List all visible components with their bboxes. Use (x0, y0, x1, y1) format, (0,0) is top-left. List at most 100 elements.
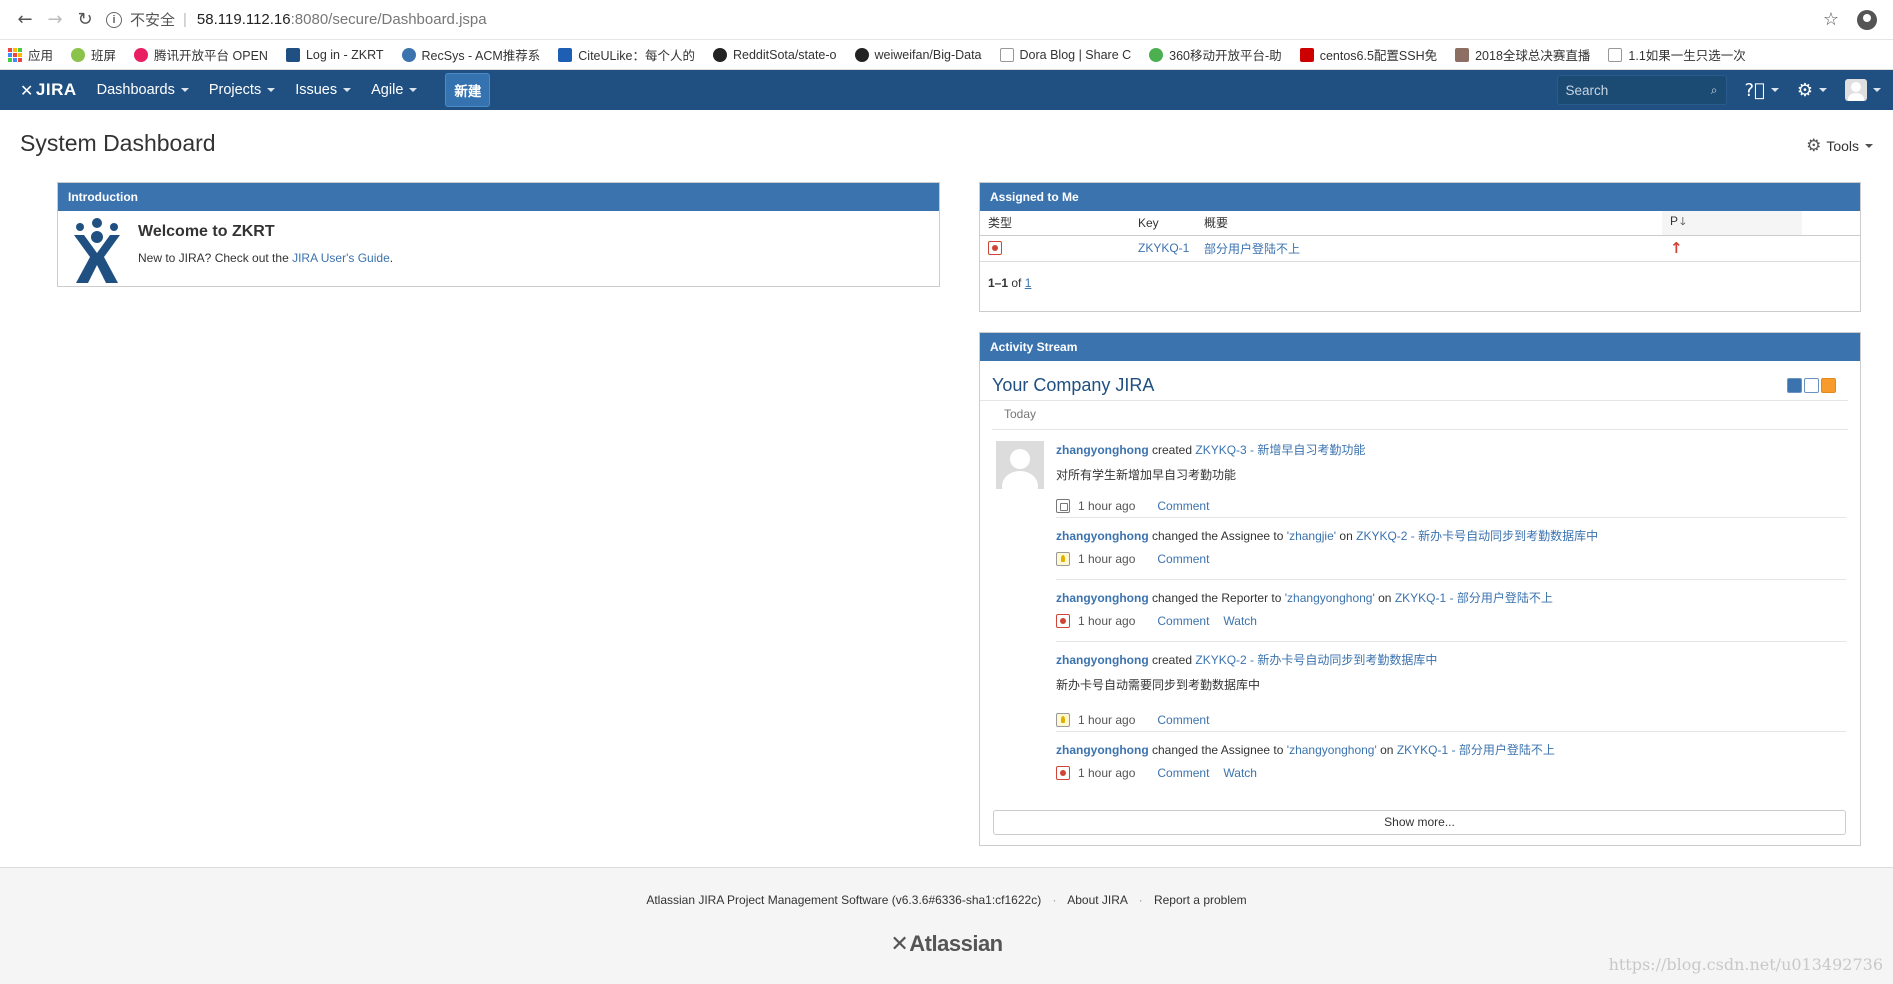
bookmark-label: CiteULike：每个人的 (578, 49, 695, 63)
user-link[interactable]: zhangyonghong (1056, 653, 1149, 667)
info-icon[interactable]: i (106, 11, 122, 28)
avatar[interactable] (996, 441, 1044, 489)
bookmark-item[interactable]: CiteULike：每个人的 (558, 45, 695, 64)
software-version-link[interactable]: Atlassian JIRA Project Management Softwa… (646, 893, 1041, 907)
apps-grid-icon (8, 47, 22, 62)
bookmark-item[interactable]: RecSys - ACM推荐系 (401, 45, 540, 64)
user-link[interactable]: zhangyonghong (1056, 743, 1149, 757)
forward-arrow-icon[interactable]: → (40, 5, 70, 35)
bookmark-label: 2018全球总决赛直播 (1475, 49, 1591, 63)
issue-summary-link[interactable]: 部分用户登陆不上 (1204, 242, 1300, 256)
issue-link[interactable]: ZKYKQ-3 - 新增早自习考勤功能 (1195, 443, 1365, 457)
list-view-icon[interactable] (1804, 378, 1819, 393)
entry-action: created (1152, 443, 1193, 457)
bookmark-item[interactable]: 360移动开放平台-助 (1149, 45, 1282, 64)
admin-menu[interactable]: ⚙ (1797, 80, 1827, 101)
bookmark-item[interactable]: 腾讯开放平台 OPEN (134, 45, 268, 64)
issue-key-link[interactable]: ZKYKQ-1 (1138, 241, 1189, 255)
column-key[interactable]: Key (1130, 211, 1196, 236)
comment-link[interactable]: Comment (1157, 499, 1209, 513)
jira-logo[interactable]: ✕ JIRA (20, 80, 77, 100)
chevron-down-icon (1865, 144, 1873, 148)
atlassian-logo[interactable]: ✕Atlassian (0, 931, 1893, 957)
account-icon[interactable] (1857, 9, 1877, 30)
create-button[interactable]: 新建 (445, 73, 491, 107)
issue-link[interactable]: ZKYKQ-2 - 新办卡号自动同步到考勤数据库中 (1356, 529, 1598, 543)
entry-meta: 1 hour ago Comment Watch (1056, 614, 1846, 628)
value-link[interactable]: 'zhangjie' (1287, 529, 1336, 543)
issue-priority-cell: ↑ (1662, 235, 1802, 262)
search-input[interactable]: Search ⌕ (1556, 75, 1727, 105)
show-more-button[interactable]: Show more... (993, 810, 1846, 835)
bookmark-item[interactable]: weiweifan/Big-Data (854, 47, 982, 62)
comment-link[interactable]: Comment (1157, 713, 1209, 727)
watch-link[interactable]: Watch (1223, 614, 1257, 628)
bookmark-item[interactable]: 2018全球总决赛直播 (1455, 45, 1590, 64)
column-priority[interactable]: P 🡓 (1662, 211, 1802, 236)
nav-dashboards[interactable]: Dashboards (97, 82, 189, 98)
issue-link[interactable]: ZKYKQ-1 - 部分用户登陆不上 (1395, 591, 1553, 605)
user-link[interactable]: zhangyonghong (1056, 529, 1149, 543)
bookmark-star-icon[interactable]: ☆ (1823, 9, 1839, 30)
reload-icon[interactable]: ↻ (70, 5, 100, 35)
footer-dot: · (1138, 893, 1143, 907)
divider (1056, 641, 1846, 642)
value-link[interactable]: 'zhangyonghong' (1287, 743, 1377, 757)
entry-time: 1 hour ago (1078, 552, 1136, 566)
search-icon[interactable]: ⌕ (1711, 83, 1718, 98)
stream-heading[interactable]: Your Company JIRA (992, 375, 1154, 396)
help-menu[interactable]: ?⃝ (1745, 80, 1779, 101)
comment-link[interactable]: Comment (1157, 766, 1209, 780)
pager-page-link[interactable]: 1 (1025, 276, 1032, 290)
issue-link[interactable]: ZKYKQ-1 - 部分用户登陆不上 (1397, 743, 1555, 757)
entry-action: changed the Reporter to (1152, 591, 1282, 605)
page-title: System Dashboard (20, 130, 216, 156)
bookmark-item[interactable]: Dora Blog | Share C (999, 47, 1132, 62)
introduction-gadget: Introduction Welcome to ZKRT New to JIRA… (57, 182, 940, 287)
value-link[interactable]: 'zhangyonghong' (1285, 591, 1375, 605)
about-jira-link[interactable]: About JIRA (1067, 893, 1127, 907)
gear-icon: ⚙ (1796, 79, 1813, 101)
rss-icon[interactable] (1821, 378, 1836, 393)
chevron-down-icon (343, 88, 352, 92)
user-guide-link[interactable]: JIRA User's Guide (292, 251, 390, 265)
issue-link[interactable]: ZKYKQ-2 - 新办卡号自动同步到考勤数据库中 (1195, 653, 1437, 667)
full-view-icon[interactable] (1787, 378, 1802, 393)
avatar (1845, 79, 1867, 101)
watch-link[interactable]: Watch (1223, 766, 1257, 780)
bookmark-item[interactable]: 班屏 (71, 45, 116, 64)
entry-meta: 1 hour ago Comment (1056, 552, 1846, 566)
user-menu[interactable] (1845, 79, 1881, 101)
pager-of: of (1011, 275, 1022, 290)
entry-action: changed the Assignee to (1152, 529, 1284, 543)
table-row[interactable]: ZKYKQ-1 部分用户登陆不上 ↑ (980, 235, 1860, 262)
bookmark-item[interactable]: 1.1如果一生只选一次 (1608, 45, 1746, 64)
entry-line: zhangyonghong changed the Assignee to 'z… (1056, 527, 1846, 544)
bookmark-item[interactable]: Log in - ZKRT (285, 47, 384, 62)
csdn-icon (1299, 47, 1314, 62)
chevron-down-icon (1873, 88, 1881, 92)
bookmark-label: 应用 (28, 49, 54, 63)
nav-issues[interactable]: Issues (295, 82, 352, 98)
user-link[interactable]: zhangyonghong (1056, 443, 1149, 457)
user-link[interactable]: zhangyonghong (1056, 591, 1149, 605)
address-bar[interactable]: i 不安全 | 58.119.112.16:8080/secure/Dashbo… (106, 5, 1823, 35)
back-arrow-icon[interactable]: ← (10, 5, 40, 35)
comment-link[interactable]: Comment (1157, 552, 1209, 566)
column-spacer (1802, 211, 1860, 236)
bookmark-label: Dora Blog | Share C (1019, 47, 1132, 62)
column-type[interactable]: 类型 (980, 211, 1130, 236)
nav-projects[interactable]: Projects (209, 82, 276, 98)
report-problem-link[interactable]: Report a problem (1154, 893, 1247, 907)
bookmark-apps[interactable]: 应用 (8, 45, 53, 64)
nav-agile[interactable]: Agile (371, 82, 418, 98)
column-summary[interactable]: 概要 (1196, 211, 1662, 236)
sort-down-icon: 🡓 (1680, 215, 1686, 229)
tools-menu[interactable]: ⚙ Tools (1806, 136, 1873, 156)
pager-range: 1–1 (988, 275, 1009, 290)
activity-entry: zhangyonghong created ZKYKQ-3 - 新增早自习考勤功… (1056, 441, 1846, 513)
assigned-table: 类型 Key 概要 P 🡓 ZKYKQ-1 部分用户登陆不上 ↑ (980, 211, 1860, 262)
bookmark-item[interactable]: RedditSota/state-o (712, 47, 837, 62)
comment-link[interactable]: Comment (1157, 614, 1209, 628)
bookmark-item[interactable]: centos6.5配置SSH免 (1299, 45, 1437, 64)
